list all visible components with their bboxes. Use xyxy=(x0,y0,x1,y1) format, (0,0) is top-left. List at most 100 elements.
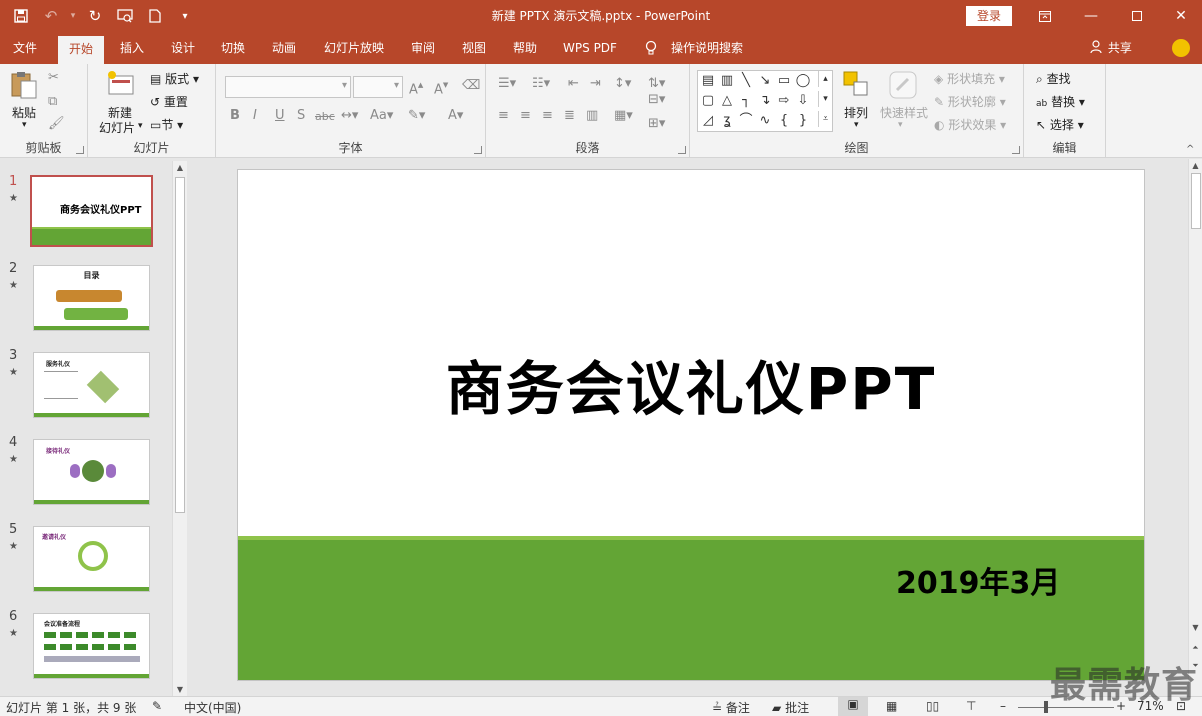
quick-styles-dropdown-icon[interactable]: ▾ xyxy=(898,120,903,130)
gallery-up-icon[interactable]: ▴ xyxy=(818,71,832,87)
paste-button[interactable]: 粘贴 xyxy=(12,104,36,121)
text-direction-icon[interactable]: ⇅▾ xyxy=(648,76,665,91)
zoom-slider-knob[interactable] xyxy=(1044,701,1048,713)
layout-button[interactable]: ▤ 版式 ▾ xyxy=(150,70,199,87)
italic-icon[interactable]: I xyxy=(253,108,257,123)
shape-fill-button[interactable]: ◈ 形状填充 ▾ xyxy=(934,70,1005,87)
font-size-select[interactable] xyxy=(353,76,403,98)
tab-animations[interactable]: 动画 xyxy=(262,32,306,64)
decrease-indent-icon[interactable]: ⇤ xyxy=(568,76,579,91)
tab-transitions[interactable]: 切换 xyxy=(211,32,255,64)
copy-icon[interactable]: ⧉ xyxy=(48,94,57,109)
gallery-more-icon[interactable]: ⩡ xyxy=(818,111,832,127)
textbox-shape-icon[interactable]: ▤ xyxy=(700,73,716,89)
close-icon[interactable]: ✕ xyxy=(1158,0,1202,32)
slide-thumbnail-2[interactable]: 目录 xyxy=(33,265,150,331)
char-spacing-icon[interactable]: ↔▾ xyxy=(341,108,358,123)
login-button[interactable]: 登录 xyxy=(966,6,1012,26)
underline-icon[interactable]: U xyxy=(275,108,285,123)
slide-thumbnail-3[interactable]: 服务礼仪 xyxy=(33,352,150,418)
arrow-line-shape-icon[interactable]: ↘ xyxy=(757,73,773,89)
slide-date[interactable]: 2019年3月 xyxy=(896,558,1060,602)
scroll-up-icon[interactable]: ▲ xyxy=(1189,161,1202,170)
reset-button[interactable]: ↺ 重置 xyxy=(150,93,188,110)
minimize-icon[interactable]: — xyxy=(1068,0,1114,32)
maximize-icon[interactable] xyxy=(1114,0,1160,32)
ribbon-display-icon[interactable] xyxy=(1022,0,1068,32)
right-brace-shape-icon[interactable]: } xyxy=(795,113,811,129)
undo-icon[interactable]: ↶ xyxy=(36,0,66,32)
customize-icon[interactable]: ▾ xyxy=(170,0,200,32)
comments-button[interactable]: ▰ 批注 xyxy=(772,699,809,716)
drawing-launcher-icon[interactable] xyxy=(1012,146,1020,154)
share-button[interactable]: 共享 xyxy=(1090,32,1132,64)
current-slide[interactable]: 商务会议礼仪PPT 2019年3月 xyxy=(237,169,1145,681)
elbow-connector-shape-icon[interactable]: ┐ xyxy=(738,93,754,109)
scroll-down-icon[interactable]: ▼ xyxy=(173,685,187,694)
select-button[interactable]: ↖ 选择 ▾ xyxy=(1036,116,1084,133)
tab-insert[interactable]: 插入 xyxy=(110,32,154,64)
line-spacing-icon[interactable]: ↕▾ xyxy=(614,76,631,91)
shape-outline-button[interactable]: ✎ 形状轮廓 ▾ xyxy=(934,93,1006,110)
font-name-select[interactable] xyxy=(225,76,351,98)
slide-scrollbar[interactable]: ▲ ▼ ⏶ ⏷ xyxy=(1188,159,1202,696)
rounded-rect-shape-icon[interactable]: ▢ xyxy=(700,93,716,109)
align-left-icon[interactable]: ≡ xyxy=(498,108,509,123)
slideshow-icon[interactable]: ⊤ xyxy=(966,699,976,713)
bullets-icon[interactable]: ☰▾ xyxy=(498,76,516,91)
quick-styles-button[interactable]: 快速样式 xyxy=(880,104,928,121)
new-slide-label-2[interactable]: 幻灯片 xyxy=(99,119,135,136)
replace-button[interactable]: ab 替换 ▾ xyxy=(1036,93,1085,110)
align-text-icon[interactable]: ⊟▾ xyxy=(648,92,665,107)
new-slide-dropdown-icon[interactable]: ▾ xyxy=(138,121,143,131)
paste-icon[interactable] xyxy=(10,70,38,103)
tab-wps-pdf[interactable]: WPS PDF xyxy=(556,32,624,64)
reading-view-icon[interactable]: ▯▯ xyxy=(926,699,939,713)
slide-thumbnail-4[interactable]: 接待礼仪 xyxy=(33,439,150,505)
font-launcher-icon[interactable] xyxy=(474,146,482,154)
previous-slide-icon[interactable]: ⏶ xyxy=(1189,643,1202,653)
line-shape-icon[interactable]: ╲ xyxy=(738,73,754,89)
justify-icon[interactable]: ≣ xyxy=(564,108,575,123)
save-icon[interactable] xyxy=(6,0,36,32)
distribute-icon[interactable]: ▥ xyxy=(586,108,598,123)
scroll-up-icon[interactable]: ▲ xyxy=(173,163,187,172)
arrange-button[interactable]: 排列 xyxy=(844,104,868,121)
tab-view[interactable]: 视图 xyxy=(452,32,496,64)
tab-design[interactable]: 设计 xyxy=(161,32,205,64)
align-center-icon[interactable]: ≡ xyxy=(520,108,531,123)
quick-styles-icon[interactable] xyxy=(888,70,918,103)
slide-thumbnail-1[interactable]: 商务会议礼仪PPT xyxy=(30,175,153,247)
new-doc-icon[interactable] xyxy=(140,0,170,32)
clipboard-launcher-icon[interactable] xyxy=(76,146,84,154)
change-case-icon[interactable]: Aa▾ xyxy=(370,108,393,123)
columns-icon[interactable]: ▦▾ xyxy=(614,108,633,123)
new-slide-icon[interactable] xyxy=(106,70,136,99)
find-button[interactable]: ⌕ 查找 xyxy=(1036,70,1071,87)
format-painter-icon[interactable]: 🖌 xyxy=(48,116,65,131)
redo-icon[interactable]: ↻ xyxy=(80,0,110,32)
shrink-font-icon[interactable]: A▾ xyxy=(434,78,448,97)
triangle-shape-icon[interactable]: △ xyxy=(719,93,735,109)
scribble-shape-icon[interactable]: ʓ xyxy=(719,113,735,129)
oval-shape-icon[interactable]: ◯ xyxy=(795,73,811,89)
tab-help[interactable]: 帮助 xyxy=(503,32,547,64)
undo-dropdown-icon[interactable]: ▾ xyxy=(66,0,80,32)
tab-home[interactable]: 开始 xyxy=(58,36,104,64)
bold-icon[interactable]: B xyxy=(230,108,240,123)
highlight-icon[interactable]: ✎▾ xyxy=(408,108,425,123)
tab-file[interactable]: 文件 xyxy=(0,32,50,64)
align-right-icon[interactable]: ≡ xyxy=(542,108,553,123)
increase-indent-icon[interactable]: ⇥ xyxy=(590,76,601,91)
left-brace-shape-icon[interactable]: { xyxy=(776,113,792,129)
gallery-down-icon[interactable]: ▾ xyxy=(818,91,832,107)
section-button[interactable]: ▭节 ▾ xyxy=(150,116,183,133)
arrange-dropdown-icon[interactable]: ▾ xyxy=(854,120,859,130)
paragraph-launcher-icon[interactable] xyxy=(678,146,686,154)
numbering-icon[interactable]: ☷▾ xyxy=(532,76,550,91)
down-arrow-shape-icon[interactable]: ⇩ xyxy=(795,93,811,109)
lightbulb-icon[interactable] xyxy=(640,32,662,64)
strikethrough-icon[interactable]: abc xyxy=(315,110,335,123)
language[interactable]: 中文(中国) xyxy=(184,699,241,716)
presenter-icon[interactable] xyxy=(110,0,140,32)
